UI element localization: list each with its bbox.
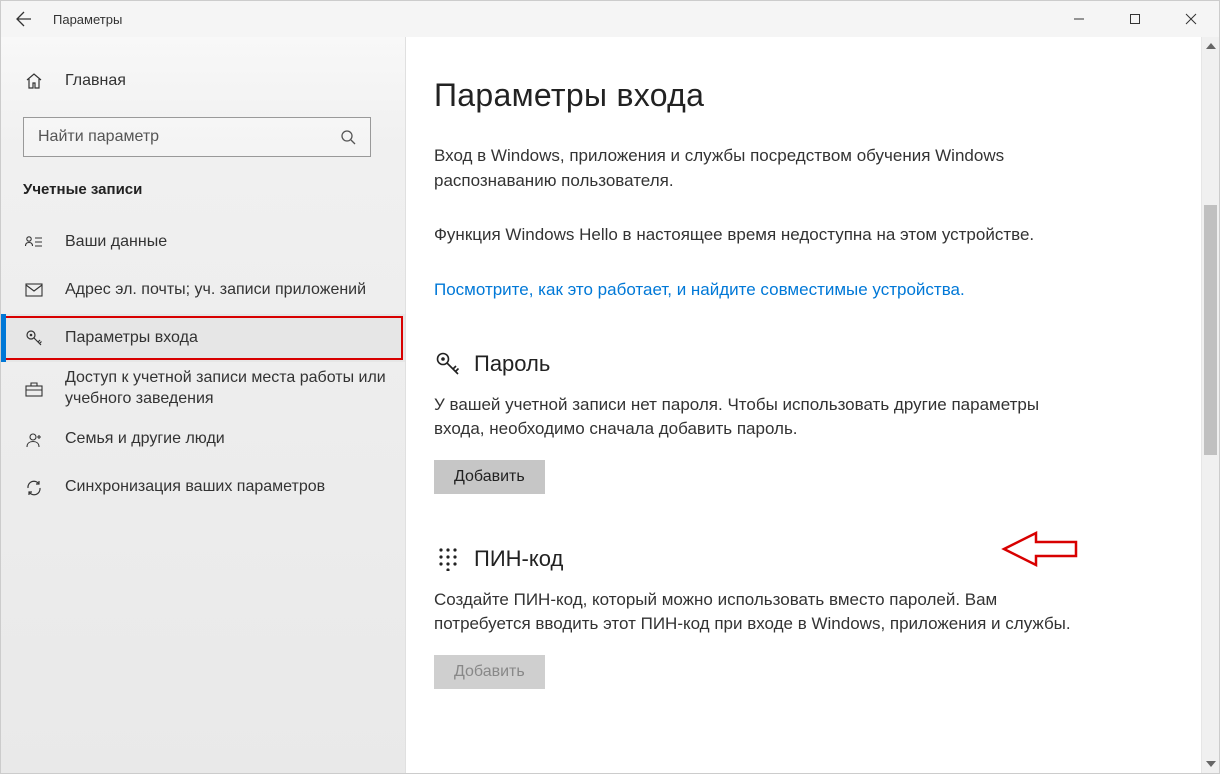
keypad-icon bbox=[434, 547, 462, 571]
sidebar-item-email-accounts[interactable]: Адрес эл. почты; уч. записи приложений bbox=[1, 266, 405, 314]
add-pin-button: Добавить bbox=[434, 655, 545, 689]
maximize-button[interactable] bbox=[1107, 1, 1163, 37]
sidebar-item-label: Ваши данные bbox=[65, 232, 167, 253]
minimize-icon bbox=[1073, 13, 1085, 25]
scrollbar-thumb[interactable] bbox=[1204, 205, 1217, 455]
add-password-button[interactable]: Добавить bbox=[434, 460, 545, 494]
sidebar-item-signin-options[interactable]: Параметры входа bbox=[1, 314, 405, 362]
sidebar-item-family[interactable]: Семья и другие люди bbox=[1, 416, 405, 464]
key-icon bbox=[434, 351, 462, 377]
sidebar-section-title: Учетные записи bbox=[1, 181, 405, 218]
sync-icon bbox=[23, 479, 45, 497]
sidebar-item-label: Доступ к учетной записи места работы или… bbox=[65, 368, 391, 410]
sidebar: Главная Учетные записи Ваши данные bbox=[1, 37, 406, 773]
minimize-button[interactable] bbox=[1051, 1, 1107, 37]
hello-unavailable-text: Функция Windows Hello в настоящее время … bbox=[434, 223, 1074, 248]
scroll-up-icon[interactable] bbox=[1202, 37, 1219, 55]
sidebar-item-label: Семья и другие люди bbox=[65, 429, 225, 450]
annotation-arrow-icon bbox=[1000, 530, 1078, 568]
pin-desc: Создайте ПИН-код, который можно использо… bbox=[434, 588, 1074, 637]
password-desc: У вашей учетной записи нет пароля. Чтобы… bbox=[434, 393, 1074, 442]
key-icon bbox=[23, 329, 45, 347]
sidebar-nav: Ваши данные Адрес эл. почты; уч. записи … bbox=[1, 218, 405, 512]
sidebar-item-sync[interactable]: Синхронизация ваших параметров bbox=[1, 464, 405, 512]
vertical-scrollbar[interactable] bbox=[1201, 37, 1219, 773]
password-heading: Пароль bbox=[474, 351, 550, 377]
settings-window: Параметры bbox=[0, 0, 1220, 774]
close-icon bbox=[1185, 13, 1197, 25]
people-plus-icon bbox=[23, 432, 45, 448]
main-content: Параметры входа Вход в Windows, приложен… bbox=[406, 37, 1219, 773]
maximize-icon bbox=[1129, 13, 1141, 25]
nav-home-label: Главная bbox=[65, 72, 126, 90]
sidebar-item-label: Адрес эл. почты; уч. записи приложений bbox=[65, 280, 366, 301]
person-card-icon bbox=[23, 235, 45, 249]
password-section-header: Пароль bbox=[434, 351, 1189, 377]
close-button[interactable] bbox=[1163, 1, 1219, 37]
sidebar-item-label: Параметры входа bbox=[65, 328, 198, 349]
page-title: Параметры входа bbox=[434, 77, 1189, 114]
mail-icon bbox=[23, 283, 45, 297]
scroll-down-icon[interactable] bbox=[1202, 755, 1219, 773]
search-input[interactable] bbox=[38, 128, 340, 146]
home-icon bbox=[23, 72, 45, 90]
search-icon bbox=[340, 129, 356, 145]
arrow-left-icon bbox=[16, 11, 32, 27]
nav-home[interactable]: Главная bbox=[1, 57, 405, 105]
window-controls bbox=[1051, 1, 1219, 37]
learn-more-link[interactable]: Посмотрите, как это работает, и найдите … bbox=[434, 278, 1074, 303]
briefcase-icon bbox=[23, 381, 45, 397]
search-box[interactable] bbox=[23, 117, 371, 157]
sidebar-item-your-info[interactable]: Ваши данные bbox=[1, 218, 405, 266]
titlebar: Параметры bbox=[1, 1, 1219, 37]
sidebar-item-work-access[interactable]: Доступ к учетной записи места работы или… bbox=[1, 362, 405, 416]
back-button[interactable] bbox=[1, 1, 47, 37]
sidebar-item-label: Синхронизация ваших параметров bbox=[65, 477, 325, 498]
pin-heading: ПИН-код bbox=[474, 546, 563, 572]
intro-text: Вход в Windows, приложения и службы поср… bbox=[434, 144, 1074, 193]
window-title: Параметры bbox=[53, 12, 122, 27]
